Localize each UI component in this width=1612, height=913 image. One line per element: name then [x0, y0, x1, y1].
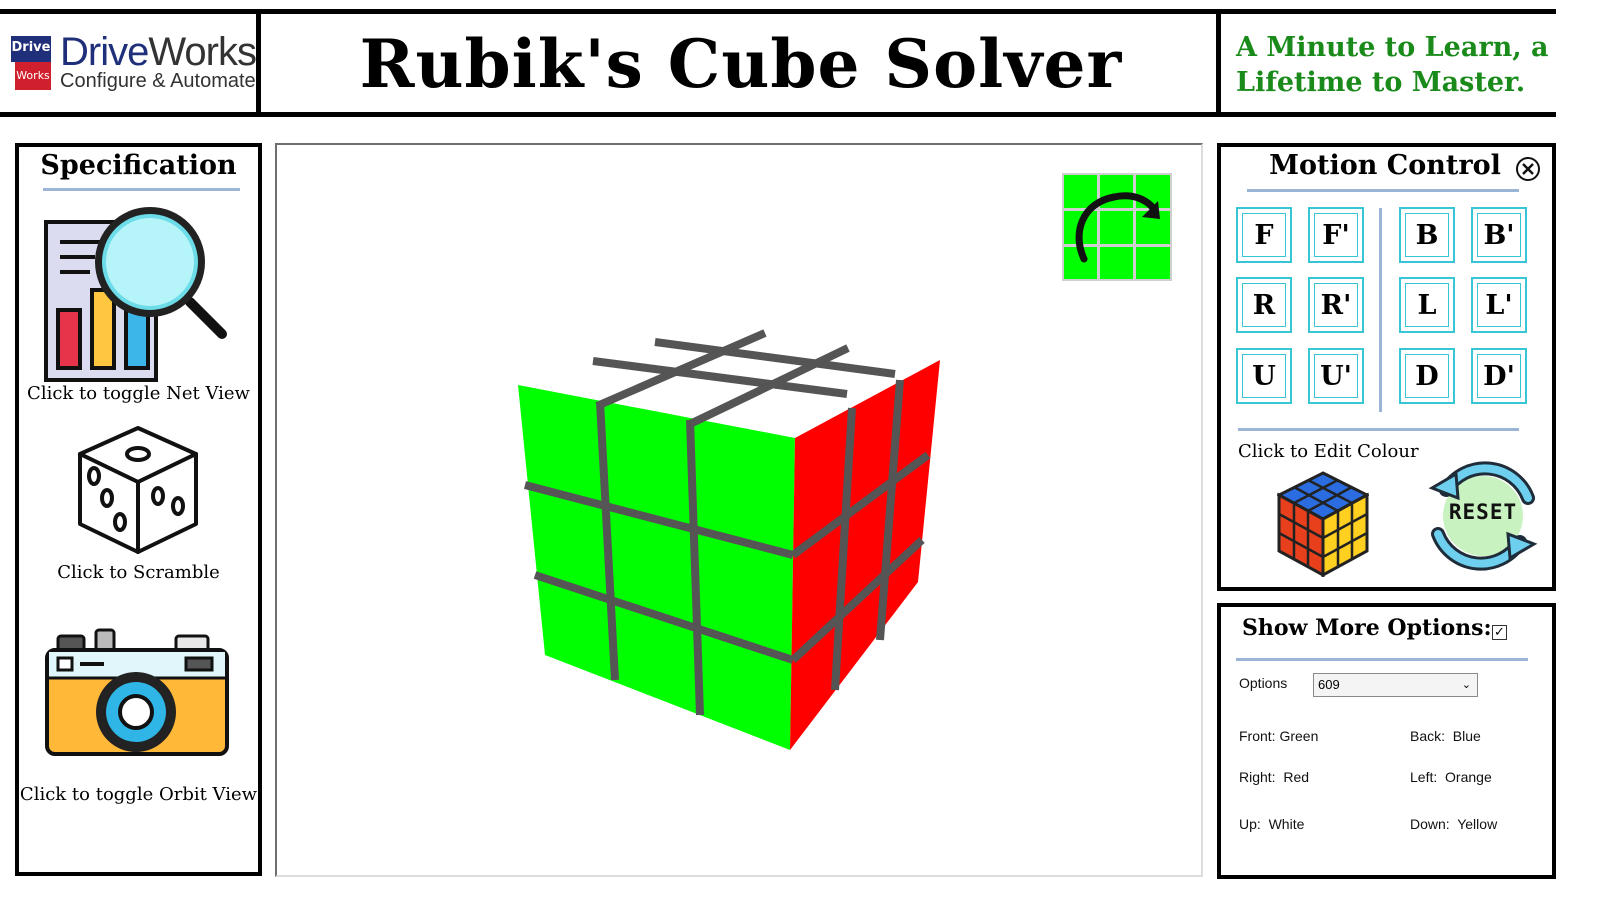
options-label: Options [1239, 675, 1288, 691]
toggle-net-view-label[interactable]: Click to toggle Net View [19, 383, 258, 404]
reset-button[interactable]: RESET [1424, 456, 1542, 574]
page-title: Rubik's Cube Solver [359, 25, 1123, 103]
move-d-label: D [1405, 354, 1449, 398]
move-d-prime-label: D' [1477, 354, 1521, 398]
move-u-prime-button[interactable]: U' [1308, 348, 1364, 404]
rotate-arrow-icon[interactable] [1062, 173, 1172, 281]
header-bottom-border [0, 112, 1556, 117]
magnifier-chart-icon[interactable] [40, 202, 230, 382]
left-key: Left: [1410, 769, 1438, 785]
up-key: Up: [1239, 816, 1261, 832]
back-key: Back: [1410, 728, 1446, 744]
move-r-prime-button[interactable]: R' [1308, 277, 1364, 333]
back-value: Blue [1452, 728, 1481, 744]
header-top-border [0, 9, 1556, 14]
move-l-prime-button[interactable]: L' [1471, 277, 1527, 333]
rubiks-cube-icon[interactable] [1277, 471, 1369, 577]
header-tagline: A Minute to Learn, a Lifetime to Master. [1236, 32, 1549, 98]
more-options-underline [1236, 658, 1528, 661]
scramble-label[interactable]: Click to Scramble [19, 562, 258, 583]
dice-icon[interactable] [74, 424, 202, 556]
toggle-orbit-view-label[interactable]: Click to toggle Orbit View [19, 784, 258, 805]
wordmark-works: Works [148, 30, 257, 74]
front-face-label: Front: Green [1239, 728, 1318, 744]
specification-underline [43, 188, 240, 191]
move-l-prime-label: L' [1477, 283, 1521, 327]
move-r-label: R [1242, 283, 1286, 327]
logo-tagline: Configure & Automate [60, 70, 256, 92]
move-b-prime-button[interactable]: B' [1471, 207, 1527, 263]
show-more-options-checkbox[interactable]: ✓ [1492, 625, 1507, 640]
move-u-button[interactable]: U [1236, 348, 1292, 404]
back-face-label: Back: Blue [1410, 728, 1481, 744]
up-value: White [1268, 816, 1305, 832]
move-l-button[interactable]: L [1399, 277, 1455, 333]
motion-control-underline [1247, 189, 1519, 192]
move-b-button[interactable]: B [1399, 207, 1455, 263]
driveworks-logo-mark: Drive Works [11, 36, 51, 90]
show-more-options-title: Show More Options: [1242, 615, 1492, 641]
left-face-label: Left: Orange [1410, 769, 1492, 785]
move-u-prime-label: U' [1314, 354, 1358, 398]
front-value: Green [1279, 728, 1319, 744]
edit-colour-label: Click to Edit Colour [1238, 441, 1419, 462]
down-face-label: Down: Yellow [1410, 816, 1497, 832]
camera-icon[interactable] [44, 628, 230, 758]
move-f-prime-button[interactable]: F' [1308, 207, 1364, 263]
move-u-label: U [1242, 354, 1286, 398]
move-f-prime-label: F' [1314, 213, 1358, 257]
options-select[interactable]: 609 ⌄ [1313, 673, 1478, 697]
move-d-button[interactable]: D [1399, 348, 1455, 404]
motion-buttons-underline [1238, 428, 1519, 431]
logo-mark-top: Drive [11, 36, 51, 62]
down-key: Down: [1410, 816, 1450, 832]
motion-control-title: Motion Control [1269, 150, 1501, 181]
reset-label: RESET [1448, 500, 1518, 524]
driveworks-wordmark: DriveWorks [60, 30, 257, 74]
cube-front-face [518, 385, 795, 750]
move-b-label: B [1405, 213, 1449, 257]
motion-buttons-divider [1379, 208, 1382, 412]
specification-title: Specification [40, 150, 237, 181]
move-r-prime-label: R' [1314, 283, 1358, 327]
front-key: Front: [1239, 728, 1276, 744]
options-selected-value: 609 [1318, 677, 1340, 692]
right-face-label: Right: Red [1239, 769, 1309, 785]
chevron-down-icon: ⌄ [1461, 679, 1471, 691]
up-face-label: Up: White [1239, 816, 1304, 832]
logo-mark-bottom: Works [15, 62, 51, 90]
rubiks-cube-3d[interactable] [515, 318, 945, 754]
header-divider-left [256, 9, 261, 117]
move-r-button[interactable]: R [1236, 277, 1292, 333]
move-f-label: F [1242, 213, 1286, 257]
right-value: Red [1283, 769, 1310, 785]
down-value: Yellow [1457, 816, 1498, 832]
left-value: Orange [1445, 769, 1492, 785]
move-l-label: L [1405, 283, 1449, 327]
wordmark-drive: Drive [60, 30, 149, 74]
close-circle-icon[interactable] [1515, 156, 1541, 182]
move-b-prime-label: B' [1477, 213, 1521, 257]
move-d-prime-button[interactable]: D' [1471, 348, 1527, 404]
right-key: Right: [1239, 769, 1276, 785]
move-f-button[interactable]: F [1236, 207, 1292, 263]
